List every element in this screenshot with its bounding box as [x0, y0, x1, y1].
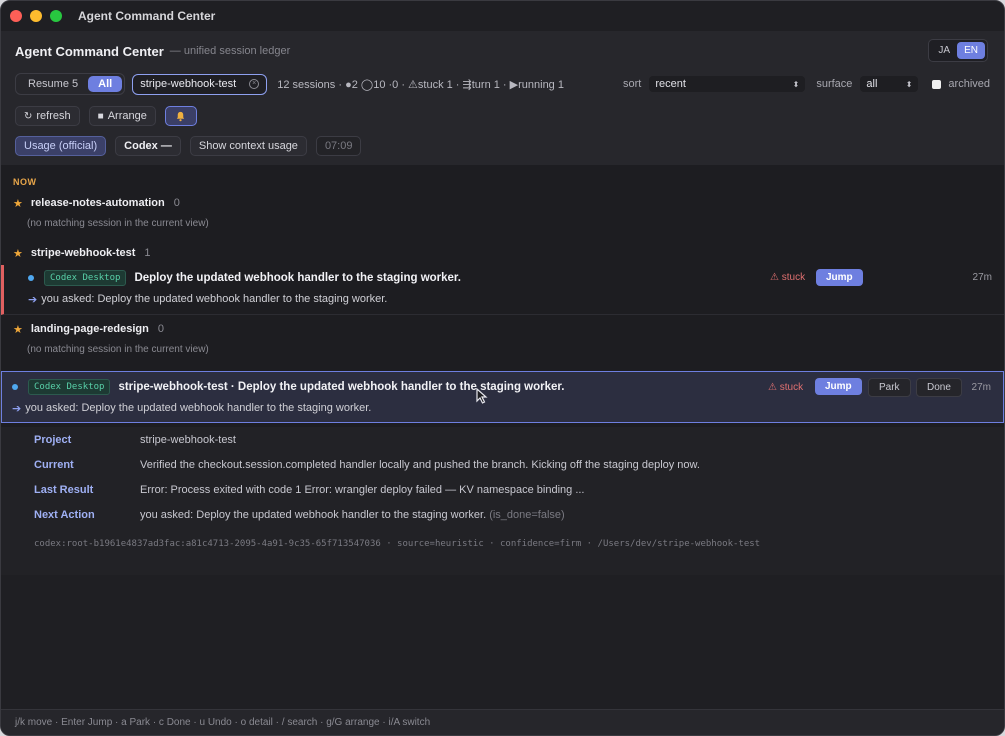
window-title: Agent Command Center [78, 9, 216, 23]
status-dot-icon [28, 275, 34, 281]
search-value: stripe-webhook-test [140, 78, 237, 90]
detail-value-current: Verified the checkout.session.completed … [140, 458, 700, 471]
keyboard-hints: j/k move · Enter Jump · a Park · c Done … [1, 709, 1004, 735]
all-filter-button[interactable]: All [88, 76, 123, 92]
sort-label: sort [623, 78, 642, 90]
detail-value-next-action: you asked: Deploy the updated webhook ha… [140, 509, 565, 521]
header: Agent Command Center — unified session l… [1, 31, 1004, 165]
page-title: Agent Command Center [15, 43, 164, 59]
project-name: release-notes-automation [30, 197, 165, 209]
asked-line: ➔ you asked: Deploy the updated webhook … [28, 290, 1004, 308]
project-name: landing-page-redesign [30, 323, 149, 335]
arrow-right-icon: ➔ [12, 402, 22, 415]
lang-ja-button[interactable]: JA [931, 42, 957, 59]
refresh-button[interactable]: ↻ refresh [15, 106, 80, 126]
show-context-usage-button[interactable]: Show context usage [189, 136, 307, 156]
next-action-text: you asked: Deploy the updated webhook ha… [140, 508, 487, 521]
asked-text: you asked: Deploy the updated webhook ha… [41, 293, 388, 305]
titlebar: Agent Command Center [1, 1, 1004, 31]
detail-value-last-result: Error: Process exited with code 1 Error:… [140, 483, 585, 496]
minimize-window-button[interactable] [30, 10, 42, 22]
star-icon[interactable]: ★ [13, 197, 23, 210]
search-input[interactable]: stripe-webhook-test × [132, 73, 268, 95]
detail-label-project: Project [34, 433, 72, 446]
session-row-selected[interactable]: Codex Desktop stripe-webhook-test · Depl… [1, 371, 1004, 423]
session-age: 27m [972, 272, 992, 283]
arrow-right-icon: ➔ [28, 293, 38, 306]
session-detail-panel: Project stripe-webhook-test Current Veri… [1, 427, 1004, 575]
detail-label-next-action: Next Action [34, 508, 95, 521]
surface-select[interactable]: all ⬍ [860, 76, 919, 92]
refresh-label: refresh [36, 110, 71, 122]
refresh-icon: ↻ [24, 110, 33, 122]
stuck-badge: ⚠ stuck [770, 272, 806, 283]
session-title: stripe-webhook-test · Deploy the updated… [118, 381, 565, 393]
stuck-badge: ⚠ stuck [768, 382, 804, 393]
usage-official-button[interactable]: Usage (official) [15, 136, 107, 156]
close-window-button[interactable] [10, 10, 22, 22]
done-button[interactable]: Done [916, 378, 962, 397]
jump-button[interactable]: Jump [816, 269, 863, 286]
project-row[interactable]: ★ stripe-webhook-test 1 [1, 241, 1004, 265]
resume-filter-button[interactable]: Resume 5 [18, 76, 88, 92]
clear-search-icon[interactable]: × [249, 79, 260, 89]
session-list: NOW ★ release-notes-automation 0 (no mat… [1, 165, 1004, 575]
sort-select[interactable]: recent ⬍ [649, 76, 806, 92]
project-name: stripe-webhook-test [30, 247, 136, 259]
session-meta: codex:root-b1961e4837ad3fac:a81c4713-209… [34, 539, 761, 549]
park-button[interactable]: Park [868, 378, 911, 397]
lang-en-button[interactable]: EN [957, 42, 985, 59]
section-header-now: NOW [13, 177, 37, 187]
project-count: 1 [144, 247, 151, 259]
archived-checkbox[interactable] [932, 79, 942, 89]
chevron-updown-icon: ⬍ [905, 79, 913, 89]
session-age: 27m [971, 382, 991, 393]
project-count: 0 [157, 323, 164, 335]
session-row[interactable]: Codex Desktop Deploy the updated webhook… [1, 265, 1004, 315]
jump-button[interactable]: Jump [815, 378, 862, 395]
project-row[interactable]: ★ landing-page-redesign 0 [1, 317, 1004, 341]
detail-label-current: Current [34, 458, 74, 471]
star-icon[interactable]: ★ [13, 247, 23, 260]
page-subtitle: — unified session ledger [169, 45, 291, 57]
sort-value: recent [655, 78, 686, 90]
asked-text: you asked: Deploy the updated webhook ha… [25, 402, 372, 414]
scope-toggle: Resume 5 All [15, 73, 126, 95]
next-action-flag: (is_done=false) [489, 508, 565, 521]
surface-tag: Codex Desktop [28, 379, 111, 395]
detail-value-project: stripe-webhook-test [140, 433, 236, 446]
archived-label: archived [948, 78, 990, 90]
square-icon: ■ [97, 110, 104, 122]
language-switch: JA EN [928, 39, 988, 62]
zoom-window-button[interactable] [50, 10, 62, 22]
session-stats: 12 sessions · ●2 ◯10 ·0 · ⚠stuck 1 · ⇶tu… [277, 78, 564, 91]
bell-icon [177, 111, 185, 121]
mouse-pointer-icon [476, 388, 488, 404]
star-icon[interactable]: ★ [13, 323, 23, 336]
surface-value: all [866, 78, 878, 90]
chevron-updown-icon: ⬍ [792, 79, 800, 89]
surface-label: surface [816, 78, 853, 90]
detail-label-last-result: Last Result [34, 483, 94, 496]
notifications-button[interactable] [164, 106, 197, 126]
arrange-label: Arrange [107, 110, 147, 122]
app-window: Agent Command Center Agent Command Cente… [0, 0, 1005, 736]
project-count: 0 [173, 197, 180, 209]
clock-readout: 07:09 [315, 136, 362, 156]
empty-state-text: (no matching session in the current view… [27, 344, 209, 355]
status-dot-icon [12, 384, 18, 390]
codex-usage-button[interactable]: Codex — [115, 136, 181, 156]
empty-state-text: (no matching session in the current view… [27, 218, 209, 229]
surface-tag: Codex Desktop [44, 270, 127, 286]
project-row[interactable]: ★ release-notes-automation 0 [1, 191, 1004, 215]
asked-line: ➔ you asked: Deploy the updated webhook … [12, 399, 1003, 417]
session-title: Deploy the updated webhook handler to th… [134, 272, 461, 284]
arrange-button[interactable]: ■ Arrange [88, 106, 156, 126]
